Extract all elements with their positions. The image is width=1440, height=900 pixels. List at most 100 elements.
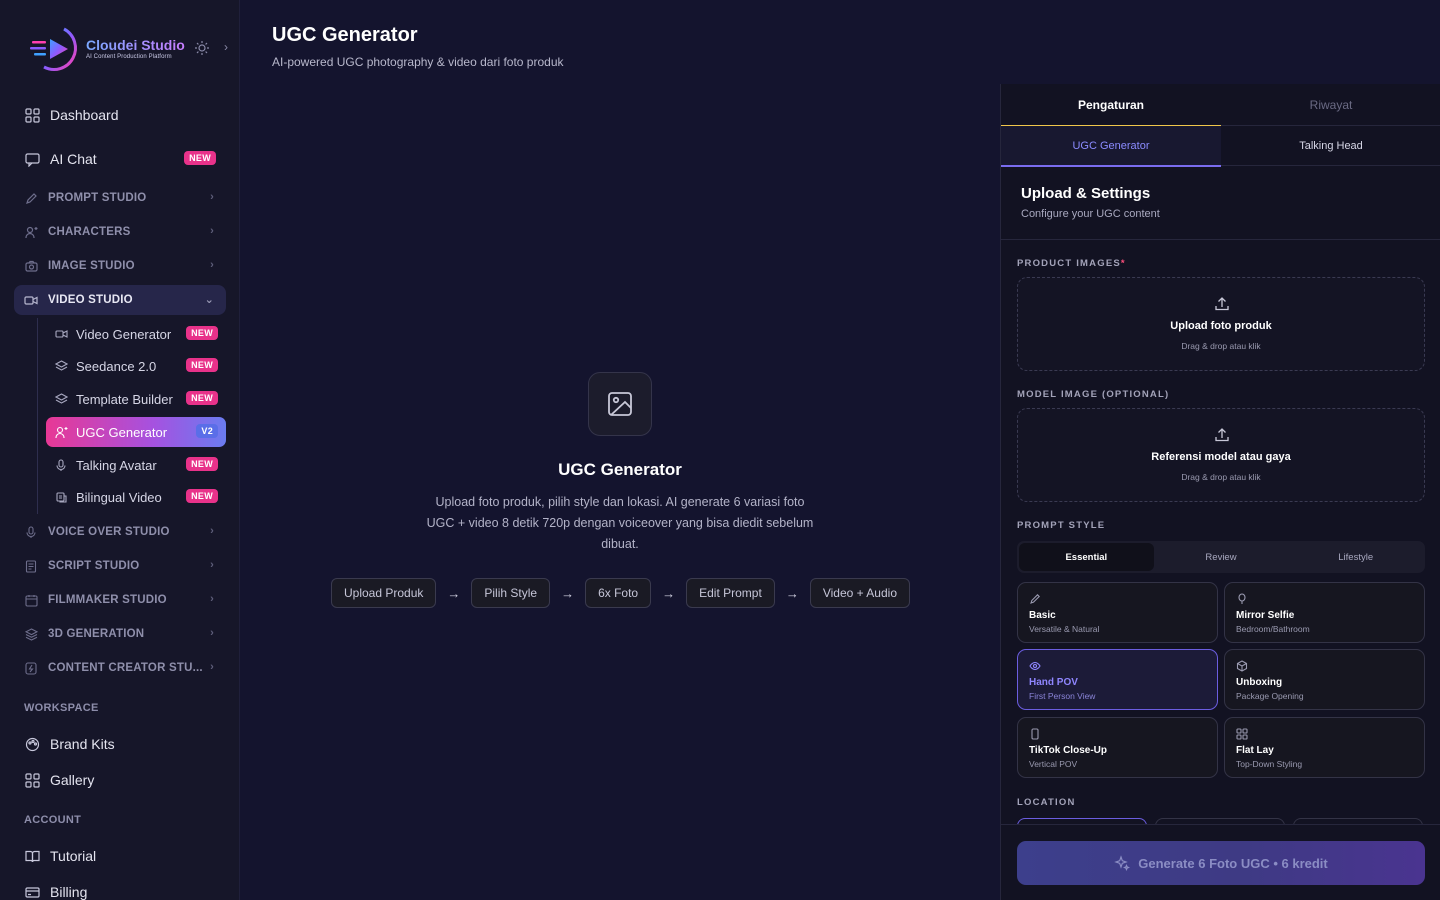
video-icon: [24, 293, 38, 307]
version-badge: V2: [196, 424, 218, 438]
section-content-creator-studio[interactable]: CONTENT CREATOR STU... ›: [14, 653, 226, 683]
settings-panel: Pengaturan Riwayat UGC Generator Talking…: [1000, 84, 1440, 900]
section-voice-over-studio[interactable]: VOICE OVER STUDIO ›: [14, 517, 226, 547]
sub-label: Talking Avatar: [76, 457, 157, 473]
card-title: Basic: [1029, 610, 1056, 621]
tab-riwayat[interactable]: Riwayat: [1221, 84, 1440, 126]
brand-name: Cloudei Studio: [86, 36, 185, 53]
tab-talking-head[interactable]: Talking Head: [1221, 126, 1440, 166]
style-card-unboxing[interactable]: Unboxing Package Opening: [1224, 649, 1425, 710]
required-mark: *: [1120, 258, 1126, 269]
new-badge: NEW: [186, 489, 218, 503]
phone-icon: [1029, 727, 1041, 740]
panel-tabs: Pengaturan Riwayat: [1001, 84, 1440, 127]
style-tab-essential[interactable]: Essential: [1019, 543, 1154, 571]
sub-seedance[interactable]: Seedance 2.0 NEW: [46, 351, 226, 381]
style-card-tiktok-closeup[interactable]: TikTok Close-Up Vertical POV: [1017, 717, 1218, 778]
mic-icon: [24, 525, 38, 539]
label-text: PRODUCT IMAGES: [1017, 258, 1121, 269]
bolt-icon: [24, 661, 38, 675]
sub-talking-avatar[interactable]: Talking Avatar NEW: [46, 450, 226, 480]
sub-video-generator[interactable]: Video Generator NEW: [46, 319, 226, 349]
camera-icon: [24, 259, 38, 273]
theme-toggle-sun-icon[interactable]: [194, 40, 210, 56]
style-tab-lifestyle[interactable]: Lifestyle: [1288, 543, 1423, 571]
section-3d-generation[interactable]: 3D GENERATION ›: [14, 619, 226, 649]
dropzone-title: Referensi model atau gaya: [1151, 451, 1291, 463]
section-filmmaker-studio[interactable]: FILMMAKER STUDIO ›: [14, 585, 226, 615]
card-title: Unboxing: [1236, 677, 1283, 688]
section-prompt-studio[interactable]: PROMPT STUDIO ›: [14, 183, 226, 213]
section-label: VIDEO STUDIO: [48, 294, 133, 306]
card-subtitle: First Person View: [1029, 691, 1096, 701]
arrow-right-icon: →: [561, 585, 575, 601]
dropzone-hint: Drag & drop atau klik: [1181, 341, 1261, 351]
section-characters[interactable]: CHARACTERS ›: [14, 217, 226, 247]
product-image-dropzone[interactable]: Upload foto produk Drag & drop atau klik: [1017, 277, 1425, 371]
style-card-flat-lay[interactable]: Flat Lay Top-Down Styling: [1224, 717, 1425, 778]
submenu-guide-line: [37, 318, 38, 514]
sparkle-icon: [1114, 855, 1131, 871]
nav-billing[interactable]: Billing: [14, 876, 226, 900]
section-label: 3D GENERATION: [48, 628, 145, 640]
section-label: CHARACTERS: [48, 226, 131, 238]
style-tab-review[interactable]: Review: [1154, 543, 1289, 571]
workflow-steps: Upload Produk → Pilih Style → 6x Foto → …: [331, 578, 910, 608]
card-title: Flat Lay: [1236, 745, 1274, 756]
user-sparkle-icon: [54, 425, 68, 439]
section-script-studio[interactable]: SCRIPT STUDIO ›: [14, 551, 226, 581]
layers-icon: [54, 359, 68, 373]
translate-icon: [54, 490, 68, 504]
mirror-icon: [1236, 592, 1248, 604]
tab-pengaturan[interactable]: Pengaturan: [1001, 84, 1221, 127]
dropzone-hint: Drag & drop atau klik: [1181, 472, 1261, 482]
chevron-right-icon: ›: [210, 525, 214, 537]
generate-button[interactable]: Generate 6 Foto UGC • 6 kredit: [1017, 841, 1425, 885]
book-icon: [24, 848, 40, 864]
nav-gallery[interactable]: Gallery: [14, 764, 226, 796]
mic-icon: [54, 458, 68, 472]
page-title: UGC Generator: [272, 24, 418, 46]
workspace-label: WORKSPACE: [24, 702, 99, 714]
card-title: Mirror Selfie: [1236, 610, 1295, 621]
tab-ugc-generator[interactable]: UGC Generator: [1001, 126, 1221, 167]
card-icon: [24, 884, 40, 900]
stack-icon: [24, 627, 38, 641]
nav-label: Billing: [50, 884, 88, 900]
section-label: PROMPT STUDIO: [48, 192, 147, 204]
style-card-hand-pov[interactable]: Hand POV First Person View: [1017, 649, 1218, 710]
card-title: Hand POV: [1029, 677, 1078, 688]
nav-ai-chat[interactable]: AI Chat NEW: [14, 143, 226, 175]
nav-label: Gallery: [50, 772, 95, 788]
chevron-right-icon: ›: [210, 593, 214, 605]
sub-label: Seedance 2.0: [76, 358, 157, 374]
model-image-dropzone[interactable]: Referensi model atau gaya Drag & drop at…: [1017, 408, 1425, 502]
style-card-basic[interactable]: Basic Versatile & Natural: [1017, 582, 1218, 643]
nav-tutorial[interactable]: Tutorial: [14, 840, 226, 872]
generate-label: Generate 6 Foto UGC • 6 kredit: [1138, 855, 1328, 871]
new-badge: NEW: [186, 358, 218, 372]
sub-label: UGC Generator: [76, 424, 168, 440]
card-subtitle: Top-Down Styling: [1236, 759, 1303, 769]
sub-bilingual-video[interactable]: Bilingual Video NEW: [46, 482, 226, 512]
step-pick-style: Pilih Style: [471, 578, 551, 608]
nav-label: Tutorial: [50, 848, 97, 864]
sub-ugc-generator[interactable]: UGC Generator V2: [46, 417, 226, 447]
step-edit-prompt: Edit Prompt: [686, 578, 775, 608]
chevron-right-icon: ›: [210, 627, 214, 639]
style-card-mirror-selfie[interactable]: Mirror Selfie Bedroom/Bathroom: [1224, 582, 1425, 643]
preview-area: UGC Generator Upload foto produk, pilih …: [240, 84, 1000, 900]
section-video-studio[interactable]: VIDEO STUDIO ⌄: [14, 285, 226, 315]
chevron-right-icon: ›: [210, 191, 214, 203]
nav-label: Brand Kits: [50, 736, 115, 752]
section-label: IMAGE STUDIO: [48, 260, 135, 272]
section-image-studio[interactable]: IMAGE STUDIO ›: [14, 251, 226, 281]
sub-template-builder[interactable]: Template Builder NEW: [46, 384, 226, 414]
collapse-sidebar-chevron-icon[interactable]: ›: [224, 40, 228, 54]
pencil-icon: [1029, 592, 1041, 604]
new-badge: NEW: [186, 457, 218, 471]
nav-brand-kits[interactable]: Brand Kits: [14, 728, 226, 760]
step-video-audio: Video + Audio: [809, 578, 910, 608]
chevron-right-icon: ›: [210, 225, 214, 237]
nav-dashboard[interactable]: Dashboard: [14, 99, 226, 131]
